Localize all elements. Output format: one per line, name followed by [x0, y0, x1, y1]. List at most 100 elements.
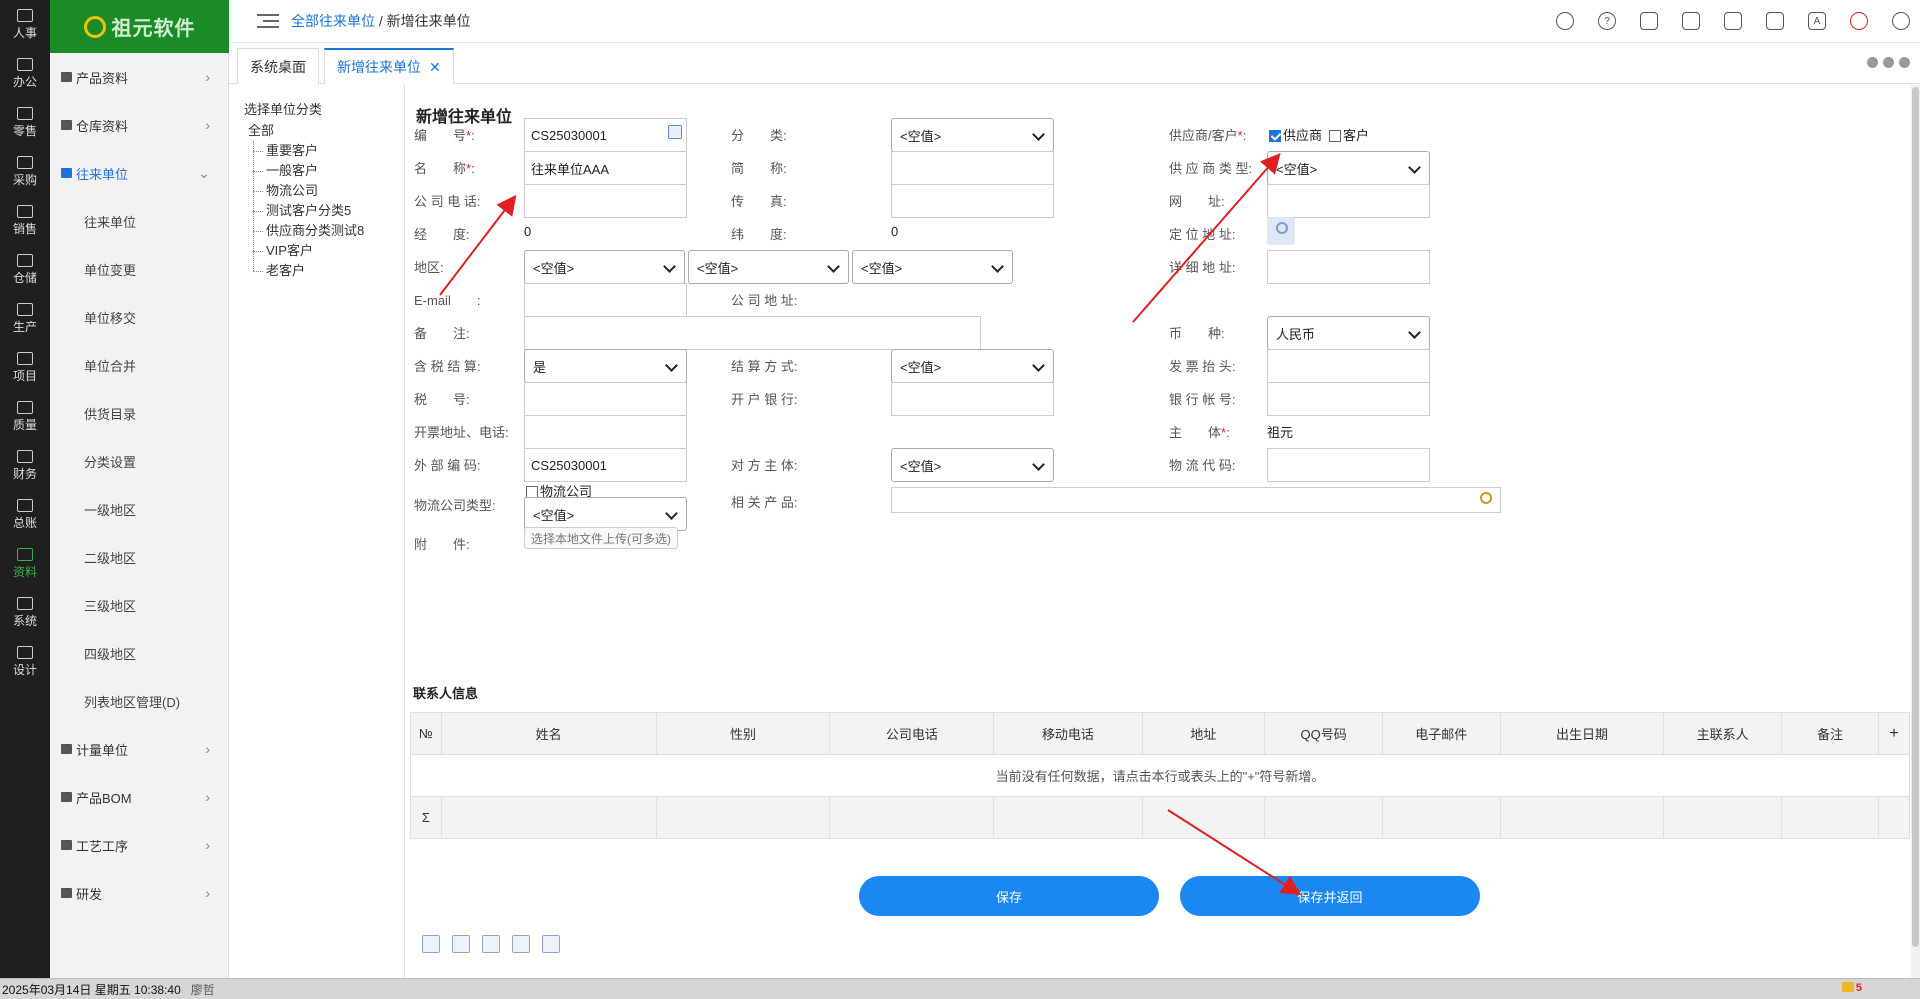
menu-item[interactable]: 计量单位 ›	[50, 725, 228, 773]
submenu-item[interactable]: 单位移交	[50, 293, 228, 341]
cloud-icon[interactable]	[1556, 12, 1574, 30]
remark-input[interactable]	[524, 316, 981, 350]
counter-entity-select[interactable]: <空值>	[891, 448, 1054, 482]
settings-icon[interactable]	[542, 935, 560, 953]
tree-node[interactable]: 物流公司	[244, 181, 404, 201]
rail-item[interactable]: 资料	[0, 539, 50, 588]
location-pin-icon[interactable]	[1267, 217, 1295, 245]
submenu-item[interactable]: 三级地区	[50, 581, 228, 629]
monitor-icon[interactable]	[1682, 12, 1700, 30]
list-icon[interactable]	[422, 935, 440, 953]
region1-select[interactable]: <空值>	[524, 250, 685, 284]
email-input[interactable]	[524, 283, 687, 317]
column-header[interactable]: 性别	[655, 712, 831, 755]
menu-item[interactable]: 仓库资料 ›	[50, 101, 228, 149]
supplier-check-box[interactable]	[1269, 130, 1281, 142]
refresh-icon[interactable]	[668, 125, 682, 139]
column-header[interactable]: №	[410, 712, 442, 755]
submenu-item[interactable]: 往来单位	[50, 197, 228, 245]
power-icon[interactable]	[1850, 12, 1868, 30]
submenu-item[interactable]: 供货目录	[50, 389, 228, 437]
tab-next-icon[interactable]	[1883, 57, 1894, 68]
website-input[interactable]	[1267, 184, 1430, 218]
detail-addr-input[interactable]	[1267, 250, 1430, 284]
add-row-icon[interactable]: +	[1878, 712, 1910, 755]
tab-menu-icon[interactable]	[1899, 57, 1910, 68]
tab-new-unit[interactable]: 新增往来单位 ✕	[324, 48, 454, 84]
tree-root[interactable]: 全部	[244, 120, 404, 139]
short-input[interactable]	[891, 151, 1054, 185]
rail-item[interactable]: 质量	[0, 392, 50, 441]
rail-item[interactable]: 零售	[0, 98, 50, 147]
rail-item[interactable]: 财务	[0, 441, 50, 490]
vertical-scrollbar[interactable]	[1911, 85, 1920, 978]
page-icon[interactable]	[452, 935, 470, 953]
rail-item[interactable]: 系统	[0, 588, 50, 637]
upload-button[interactable]: 选择本地文件上传(可多选)	[524, 527, 678, 549]
rail-item[interactable]: 仓储	[0, 245, 50, 294]
rail-item[interactable]: 人事	[0, 0, 50, 49]
invoice-title-input[interactable]	[1267, 349, 1430, 383]
column-header[interactable]: 移动电话	[993, 712, 1143, 755]
phone-input[interactable]	[524, 184, 687, 218]
customer-check-box[interactable]	[1329, 130, 1341, 142]
help-icon[interactable]: ?	[1598, 12, 1616, 30]
tree-node[interactable]: 重要客户	[244, 141, 404, 161]
submenu-item[interactable]: 单位合并	[50, 341, 228, 389]
supplier-type-select[interactable]: <空值>	[1267, 151, 1430, 185]
column-header[interactable]: 电子邮件	[1381, 712, 1501, 755]
empty-row[interactable]: 当前没有任何数据，请点击本行或表头上的"+"符号新增。	[410, 754, 1910, 797]
column-header[interactable]: 地址	[1141, 712, 1266, 755]
empty-message[interactable]: 当前没有任何数据，请点击本行或表头上的"+"符号新增。	[410, 754, 1910, 797]
shirt-icon[interactable]	[1640, 12, 1658, 30]
tree-node[interactable]: VIP客户	[244, 241, 404, 261]
grid-icon[interactable]	[1724, 12, 1742, 30]
logistics-code-input[interactable]	[1267, 448, 1430, 482]
column-header[interactable]: QQ号码	[1264, 712, 1383, 755]
rail-item[interactable]: 总账	[0, 490, 50, 539]
ext-code-input[interactable]: CS25030001	[524, 448, 687, 482]
font-icon[interactable]: A	[1808, 12, 1826, 30]
submenu-item[interactable]: 二级地区	[50, 533, 228, 581]
menu-item[interactable]: 往来单位 ⌄	[50, 149, 228, 197]
submenu-item[interactable]: 分类设置	[50, 437, 228, 485]
column-header[interactable]: 姓名	[440, 712, 657, 755]
supplier-checkbox[interactable]: 供应商	[1269, 125, 1322, 144]
table-icon[interactable]	[482, 935, 500, 953]
collapse-menu-icon[interactable]	[257, 14, 279, 28]
tree-node[interactable]: 老客户	[244, 261, 404, 281]
breadcrumb-link[interactable]: 全部往来单位	[291, 13, 375, 29]
name-input[interactable]: 往来单位AAA	[524, 151, 687, 185]
rail-item[interactable]: 生产	[0, 294, 50, 343]
submenu-item[interactable]: 一级地区	[50, 485, 228, 533]
column-header[interactable]: 备注	[1780, 712, 1880, 755]
menu-item[interactable]: 研发 ›	[50, 869, 228, 917]
column-header[interactable]: 出生日期	[1499, 712, 1665, 755]
settle-select[interactable]: <空值>	[891, 349, 1054, 383]
rail-item[interactable]: 销售	[0, 196, 50, 245]
category-select[interactable]: <空值>	[891, 118, 1054, 152]
save-button[interactable]: 保存	[859, 876, 1159, 916]
tax-no-input[interactable]	[524, 382, 687, 416]
user-avatar-icon[interactable]	[1892, 12, 1910, 30]
search-icon[interactable]	[1480, 492, 1492, 504]
submenu-item[interactable]: 列表地区管理(D)	[50, 677, 228, 725]
message-badge[interactable]: 5	[1842, 982, 1862, 994]
menu-item[interactable]: 工艺工序 ›	[50, 821, 228, 869]
related-product-input[interactable]	[891, 487, 1501, 513]
rail-item[interactable]: 项目	[0, 343, 50, 392]
code-input[interactable]: CS25030001	[524, 118, 687, 152]
tab-desktop[interactable]: 系统桌面	[237, 48, 319, 84]
edit-icon[interactable]	[512, 935, 530, 953]
fax-input[interactable]	[891, 184, 1054, 218]
region2-select[interactable]: <空值>	[688, 250, 849, 284]
customer-checkbox[interactable]: 客户	[1329, 125, 1369, 144]
invoice-addr-input[interactable]	[524, 415, 687, 449]
currency-select[interactable]: 人民币	[1267, 316, 1430, 350]
close-tab-icon[interactable]: ✕	[429, 59, 441, 76]
menu-item[interactable]: 产品BOM ›	[50, 773, 228, 821]
column-header[interactable]: 主联系人	[1663, 712, 1782, 755]
submenu-item[interactable]: 四级地区	[50, 629, 228, 677]
tree-node[interactable]: 一般客户	[244, 161, 404, 181]
submenu-item[interactable]: 单位变更	[50, 245, 228, 293]
